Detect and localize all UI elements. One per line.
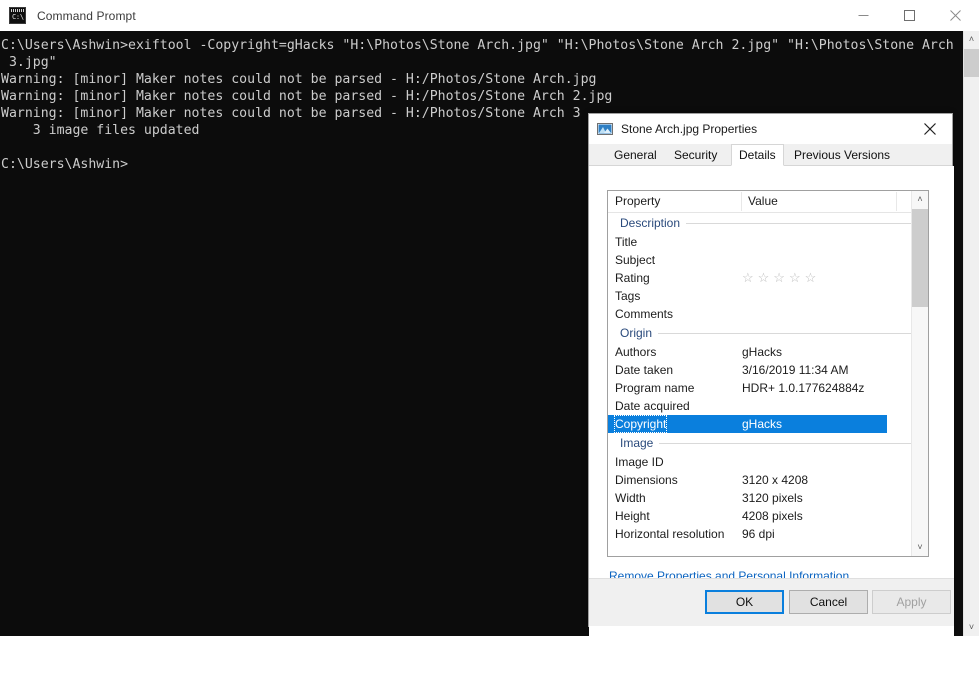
- table-row[interactable]: Comments: [608, 305, 928, 323]
- console-scroll-down-icon[interactable]: ˅: [964, 619, 979, 636]
- tab-security[interactable]: Security: [667, 146, 724, 166]
- ok-button[interactable]: OK: [705, 590, 784, 614]
- rating-stars[interactable]: ☆☆☆☆☆: [742, 269, 820, 287]
- property-name: Horizontal resolution: [615, 527, 725, 541]
- properties-list-header: Property Value: [608, 191, 928, 213]
- property-name: Width: [615, 491, 646, 505]
- table-row[interactable]: Title: [608, 233, 928, 251]
- dialog-title: Stone Arch.jpg Properties: [621, 122, 758, 136]
- property-value: 96 dpi: [742, 527, 775, 541]
- property-value: HDR+ 1.0.177624884z: [742, 381, 865, 395]
- group-title: Image: [620, 433, 660, 453]
- table-row[interactable]: Image ID: [608, 453, 928, 471]
- property-name: Program name: [615, 381, 695, 395]
- property-value: 3120 pixels: [742, 491, 803, 505]
- console-scrollbar-thumb[interactable]: [964, 49, 979, 77]
- property-name: Authors: [615, 345, 657, 359]
- property-name: Title: [615, 235, 638, 249]
- group-header-description: Description: [608, 213, 928, 233]
- scroll-up-icon[interactable]: ˄: [912, 191, 928, 208]
- close-icon: [924, 122, 936, 135]
- cancel-button[interactable]: Cancel: [789, 590, 868, 614]
- console-titlebar[interactable]: C:\ Command Prompt: [0, 0, 979, 32]
- tab-details[interactable]: Details: [731, 144, 784, 166]
- properties-rows: Description Title Subject Rating ☆☆☆☆☆ T…: [608, 213, 928, 556]
- minimize-button[interactable]: [840, 0, 886, 30]
- property-name: Tags: [615, 289, 641, 303]
- table-row[interactable]: Date taken 3/16/2019 11:34 AM: [608, 361, 928, 379]
- table-row[interactable]: Tags: [608, 287, 928, 305]
- table-row[interactable]: Height 4208 pixels: [608, 507, 928, 525]
- tab-general[interactable]: General: [607, 146, 664, 166]
- file-properties-dialog: Stone Arch.jpg Properties General Securi…: [588, 113, 954, 679]
- image-file-icon: [597, 121, 613, 137]
- property-name: Image ID: [615, 455, 664, 469]
- property-name: Date taken: [615, 363, 674, 377]
- property-value: 4208 pixels: [742, 509, 803, 523]
- property-name: Date acquired: [615, 399, 690, 413]
- dialog-tabs: General Security Details Previous Versio…: [589, 144, 952, 166]
- apply-button[interactable]: Apply: [872, 590, 951, 614]
- table-row[interactable]: Date acquired: [608, 397, 928, 415]
- maximize-icon: [903, 9, 915, 21]
- command-prompt-icon: C:\: [9, 7, 26, 24]
- console-title: Command Prompt: [37, 8, 136, 23]
- property-name: Subject: [615, 253, 656, 267]
- table-row[interactable]: Subject: [608, 251, 928, 269]
- scroll-down-icon[interactable]: ˅: [912, 539, 928, 556]
- table-row[interactable]: Rating ☆☆☆☆☆: [608, 269, 928, 287]
- scrollbar-thumb[interactable]: [912, 209, 928, 307]
- table-row[interactable]: Program name HDR+ 1.0.177624884z: [608, 379, 928, 397]
- property-name: Dimensions: [615, 473, 678, 487]
- table-row[interactable]: Width 3120 pixels: [608, 489, 928, 507]
- group-title: Origin: [620, 323, 659, 343]
- table-row[interactable]: Dimensions 3120 x 4208: [608, 471, 928, 489]
- console-scrollbar[interactable]: ˄ ˅: [963, 31, 979, 636]
- property-value: 3/16/2019 11:34 AM: [742, 363, 849, 377]
- column-header-property[interactable]: Property: [615, 194, 660, 208]
- property-value: gHacks: [742, 345, 783, 359]
- close-icon: [949, 9, 961, 21]
- table-row[interactable]: Horizontal resolution 96 dpi: [608, 525, 928, 543]
- maximize-button[interactable]: [886, 0, 932, 30]
- group-header-image: Image: [608, 433, 928, 453]
- dialog-footer: OK Cancel Apply: [589, 578, 954, 626]
- property-name: Rating: [615, 271, 650, 285]
- close-button[interactable]: [932, 0, 978, 30]
- properties-scrollbar[interactable]: ˄ ˅: [911, 191, 928, 556]
- dialog-titlebar[interactable]: Stone Arch.jpg Properties: [589, 114, 952, 144]
- column-header-value[interactable]: Value: [748, 194, 778, 208]
- property-value: 3120 x 4208: [742, 473, 809, 487]
- minimize-icon: [858, 14, 868, 16]
- tab-previous-versions[interactable]: Previous Versions: [787, 146, 897, 166]
- group-header-origin: Origin: [608, 323, 928, 343]
- group-title: Description: [620, 213, 687, 233]
- table-row-copyright-selected[interactable]: Copyright gHacks: [608, 415, 887, 433]
- table-row[interactable]: Authors gHacks: [608, 343, 928, 361]
- property-name: Copyright: [614, 415, 668, 433]
- property-value: gHacks: [742, 417, 783, 431]
- properties-list[interactable]: Property Value Description Title Subject: [607, 190, 929, 557]
- dialog-close-button[interactable]: [908, 114, 952, 143]
- property-name: Height: [615, 509, 650, 523]
- console-scroll-up-icon[interactable]: ˄: [964, 31, 979, 48]
- property-name: Comments: [615, 307, 674, 321]
